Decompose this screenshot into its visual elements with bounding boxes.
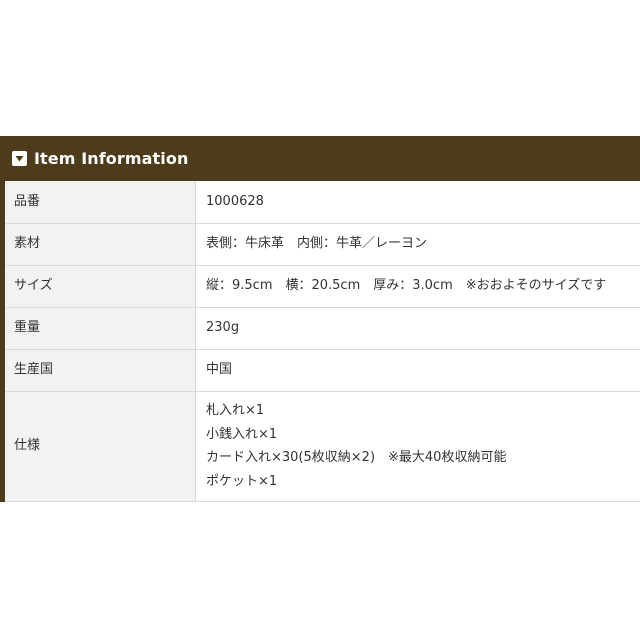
row-label-country: 生産国 xyxy=(5,349,196,392)
table-row: 生産国 中国 xyxy=(5,349,640,392)
row-value-size: 縦：9.5cm 横：20.5cm 厚み：3.0cm ※おおよそのサイズです xyxy=(195,265,640,308)
table-row: 素材 表側：牛床革 内側：牛革／レーヨン xyxy=(5,223,640,266)
row-value-material: 表側：牛床革 内側：牛革／レーヨン xyxy=(195,223,640,266)
spec-line: カード入れ×30(5枚収納×2) ※最大40枚収納可能 xyxy=(206,450,507,465)
spec-line: 小銭入れ×1 xyxy=(206,426,278,442)
section-title: Item Information xyxy=(34,149,189,168)
spec-line: ポケット×1 xyxy=(206,473,278,489)
row-value-specs: 札入れ×1 小銭入れ×1 カード入れ×30(5枚収納×2) ※最大40枚収納可能… xyxy=(195,391,640,502)
item-information-panel: Item Information 品番 1000628 素材 表側：牛床革 内側… xyxy=(0,136,640,502)
row-label-material: 素材 xyxy=(5,223,196,266)
table-row: 品番 1000628 xyxy=(5,181,640,224)
spec-line: 札入れ×1 xyxy=(206,403,265,418)
row-value-item-number: 1000628 xyxy=(195,181,640,224)
item-info-table: 品番 1000628 素材 表側：牛床革 内側：牛革／レーヨン サイズ 縦：9.… xyxy=(5,181,640,502)
row-label-specs: 仕様 xyxy=(5,391,196,502)
row-label-weight: 重量 xyxy=(5,307,196,350)
table-row: サイズ 縦：9.5cm 横：20.5cm 厚み：3.0cm ※おおよそのサイズで… xyxy=(5,265,640,308)
row-value-weight: 230g xyxy=(195,307,640,350)
row-label-item-number: 品番 xyxy=(5,181,196,224)
row-label-size: サイズ xyxy=(5,265,196,308)
section-header: Item Information xyxy=(5,136,640,181)
chevron-down-icon xyxy=(12,151,27,166)
table-row: 重量 230g xyxy=(5,307,640,350)
row-value-country: 中国 xyxy=(195,349,640,392)
table-row: 仕様 札入れ×1 小銭入れ×1 カード入れ×30(5枚収納×2) ※最大40枚収… xyxy=(5,391,640,502)
